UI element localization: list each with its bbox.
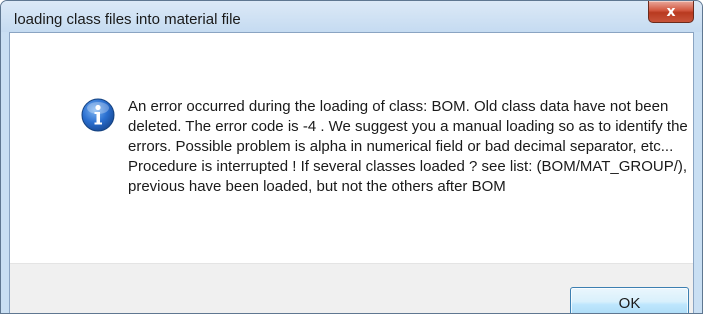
dialog-title: loading class files into material file (14, 11, 241, 28)
close-button[interactable]: x (648, 1, 694, 23)
close-icon: x (666, 3, 676, 20)
title-bar[interactable]: loading class files into material file x (1, 1, 702, 32)
message-dialog: loading class files into material file x (0, 0, 703, 314)
ok-button[interactable]: OK (570, 287, 689, 313)
error-message: An error occurred during the loading of … (128, 98, 688, 195)
dialog-body: An error occurred during the loading of … (9, 32, 694, 313)
info-icon (81, 98, 115, 132)
message-area: An error occurred during the loading of … (10, 33, 693, 263)
button-bar: OK (10, 263, 693, 313)
